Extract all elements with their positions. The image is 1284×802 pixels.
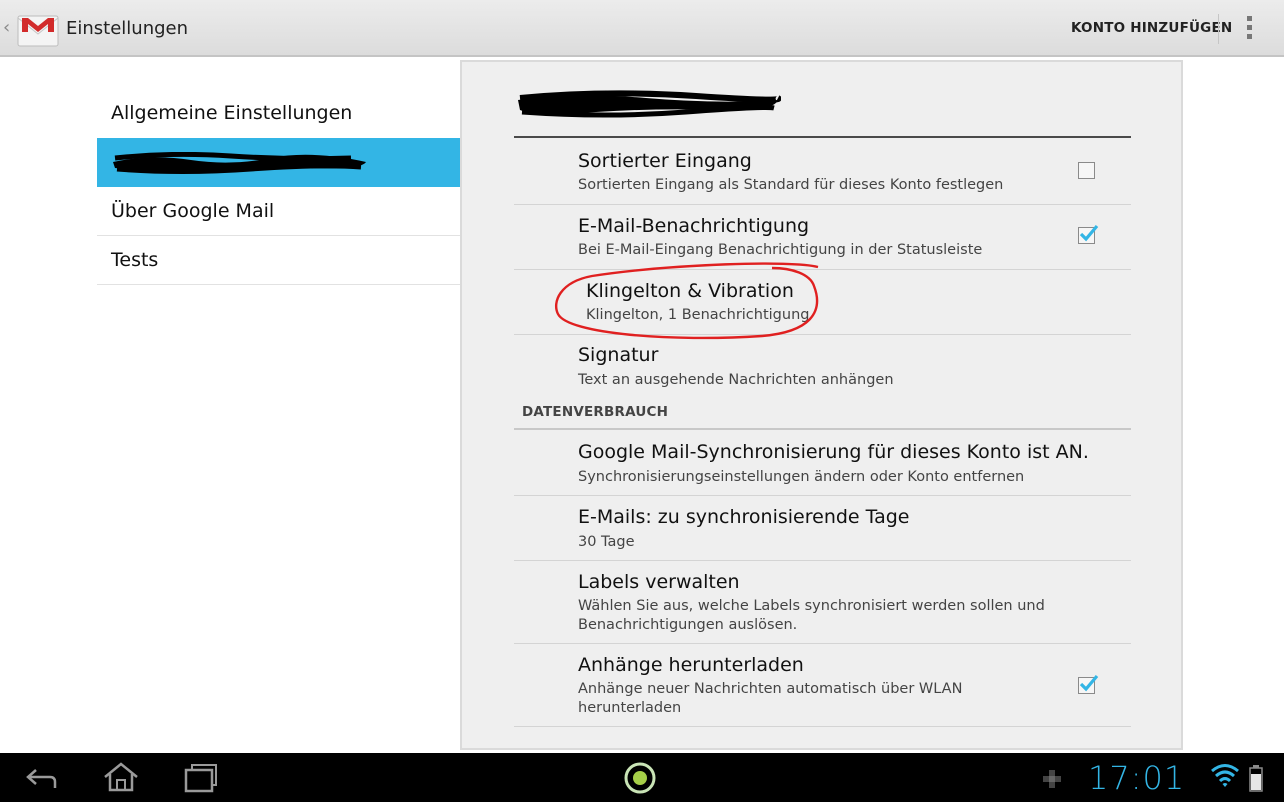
pref-summary: Text an ausgehende Nachrichten anhängen <box>578 372 894 388</box>
pref-email-notification[interactable]: E-Mail-Benachrichtigung Bei E-Mail-Einga… <box>514 205 1131 270</box>
section-header-data-usage: DATENVERBRAUCH <box>514 404 1131 430</box>
nav-item-about[interactable]: Über Google Mail <box>97 187 460 236</box>
pref-summary: Wählen Sie aus, welche Labels synchronis… <box>578 598 1045 633</box>
battery-icon[interactable] <box>1248 764 1264 792</box>
pref-title: Google Mail-Synchronisierung für dieses … <box>578 441 1089 463</box>
pref-title: Signatur <box>578 344 659 366</box>
nav-item-label: Über Google Mail <box>111 200 275 222</box>
pref-summary: 30 Tage <box>578 534 635 550</box>
notification-icon[interactable] <box>1042 769 1062 789</box>
menu-circle-icon[interactable] <box>623 761 657 795</box>
pref-sorted-inbox[interactable]: Sortierter Eingang Sortierten Eingang al… <box>514 140 1131 205</box>
settings-nav: Allgemeine Einstellungen Über Google Mai… <box>97 89 460 285</box>
pref-download-attachments[interactable]: Anhänge herunterladen Anhänge neuer Nach… <box>514 644 1131 727</box>
pref-signature[interactable]: Signatur Text an ausgehende Nachrichten … <box>514 335 1131 401</box>
nav-item-general[interactable]: Allgemeine Einstellungen <box>97 89 460 138</box>
pref-sync-status[interactable]: Google Mail-Synchronisierung für dieses … <box>514 430 1131 496</box>
pref-title: E-Mails: zu synchronisierende Tage <box>578 506 910 528</box>
overflow-menu-icon[interactable] <box>1240 16 1258 42</box>
pref-title: Klingelton & Vibration <box>586 280 794 302</box>
pref-ringtone-vibration[interactable]: Klingelton & Vibration Klingelton, 1 Ben… <box>514 270 1131 335</box>
pref-manage-labels[interactable]: Labels verwalten Wählen Sie aus, welche … <box>514 561 1131 644</box>
up-caret-icon[interactable]: ‹ <box>3 17 10 38</box>
app-title: Einstellungen <box>66 18 189 39</box>
email-notification-checkbox[interactable] <box>1078 224 1099 244</box>
pref-title: Anhänge herunterladen <box>578 654 804 676</box>
pref-summary: Bei E-Mail-Eingang Benachrichtigung in d… <box>578 242 983 258</box>
nav-item-tests[interactable]: Tests <box>97 236 460 285</box>
recent-apps-icon[interactable] <box>184 763 220 793</box>
action-bar: ‹ Einstellungen KONTO HINZUFÜGEN <box>0 0 1284 57</box>
download-attachments-checkbox[interactable] <box>1078 674 1099 694</box>
add-account-button[interactable]: KONTO HINZUFÜGEN <box>1071 20 1232 36</box>
pref-sync-days[interactable]: E-Mails: zu synchronisierende Tage 30 Ta… <box>514 496 1131 561</box>
nav-item-account[interactable] <box>97 138 460 187</box>
checkmark-icon <box>1079 224 1099 242</box>
pref-summary: Klingelton, 1 Benachrichtigung <box>586 307 810 323</box>
pref-summary: Anhänge neuer Nachrichten automatisch üb… <box>578 681 963 716</box>
pref-summary: Synchronisierungseinstellungen ändern od… <box>578 469 1025 485</box>
account-header <box>514 86 1131 138</box>
pref-title: Labels verwalten <box>578 571 740 593</box>
checkmark-icon <box>1079 674 1099 692</box>
sorted-inbox-checkbox[interactable] <box>1078 162 1095 179</box>
gmail-envelope-icon[interactable] <box>16 10 60 50</box>
pref-title: E-Mail-Benachrichtigung <box>578 215 810 237</box>
clock[interactable]: 17:01 <box>1088 759 1185 797</box>
back-icon[interactable] <box>24 762 58 794</box>
nav-item-label: Allgemeine Einstellungen <box>111 102 353 124</box>
home-icon[interactable] <box>102 760 140 794</box>
redaction-scribble <box>518 90 781 118</box>
pref-title: Sortierter Eingang <box>578 150 752 172</box>
wifi-icon[interactable] <box>1210 763 1240 789</box>
system-bar: 17:01 <box>0 753 1284 802</box>
account-settings-pane: Sortierter Eingang Sortierten Eingang al… <box>460 60 1183 750</box>
pref-summary: Sortierten Eingang als Standard für dies… <box>578 177 1004 193</box>
action-bar-divider <box>1218 14 1219 44</box>
nav-item-label: Tests <box>111 249 159 271</box>
redaction-scribble <box>113 152 366 174</box>
